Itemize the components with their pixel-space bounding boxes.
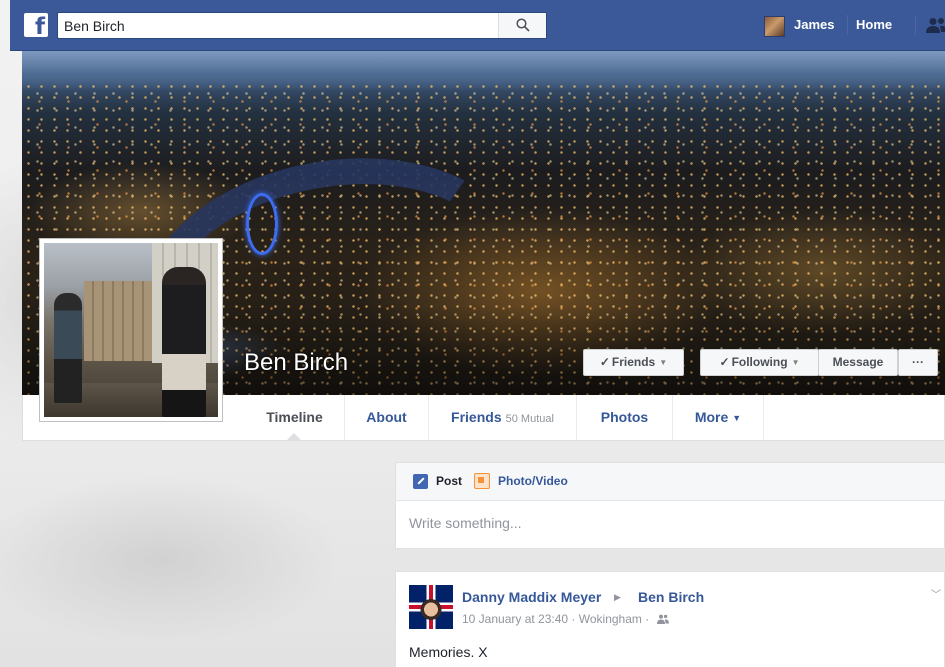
nav-user-name[interactable]: James: [794, 17, 834, 32]
profile-picture[interactable]: [39, 238, 223, 422]
post-timestamp[interactable]: 10 January at 23:40 · Wokingham ·: [462, 612, 649, 626]
post-composer: Post Photo/Video Write something...: [395, 462, 945, 549]
tab-about-label: About: [366, 409, 407, 425]
following-button-label: Following: [731, 355, 788, 369]
arrow-right-icon: ▶: [614, 592, 621, 602]
tab-photos-label: Photos: [600, 409, 649, 425]
top-nav-bar: f James Home: [10, 0, 945, 51]
tab-timeline-label: Timeline: [266, 409, 323, 425]
facebook-logo-icon[interactable]: f: [24, 13, 48, 39]
following-button[interactable]: ✓ Following ▼: [700, 349, 819, 376]
message-button-label: Message: [832, 355, 884, 369]
profile-name[interactable]: Ben Birch: [244, 349, 348, 377]
tab-timeline[interactable]: Timeline: [245, 395, 345, 440]
caret-down-icon: ▼: [732, 413, 742, 423]
check-icon: ✓: [719, 355, 730, 369]
photo-icon[interactable]: [474, 473, 490, 489]
composer-input[interactable]: Write something...: [409, 515, 522, 531]
user-avatar[interactable]: [764, 16, 785, 37]
tab-about[interactable]: About: [345, 395, 429, 440]
composer-tabs: Post Photo/Video: [396, 463, 945, 501]
nav-home-link[interactable]: Home: [856, 17, 892, 32]
post-author-link[interactable]: Danny Maddix Meyer: [462, 589, 601, 605]
audience-friends-icon[interactable]: [656, 614, 669, 624]
ferris-wheel: [246, 193, 278, 255]
search-icon: [516, 18, 530, 32]
avatar-face: [419, 599, 443, 629]
tab-friends-label: Friends: [451, 409, 502, 425]
chevron-down-icon[interactable]: ﹀: [931, 586, 941, 601]
check-icon: ✓: [599, 355, 610, 369]
tab-friends[interactable]: Friends 50 Mutual: [429, 395, 577, 440]
photo-person: [54, 293, 82, 403]
mutual-friends-count: 50 Mutual: [505, 413, 554, 425]
post-target-link[interactable]: Ben Birch: [638, 589, 704, 605]
search-button[interactable]: [498, 13, 546, 38]
tab-more-label: More: [694, 409, 729, 425]
friend-requests-icon[interactable]: [926, 17, 945, 33]
message-button[interactable]: Message: [818, 349, 898, 376]
composer-photo-tab[interactable]: Photo/Video: [498, 474, 568, 488]
more-options-label: ···: [912, 355, 924, 369]
post-meta: 10 January at 23:40 · Wokingham ·: [462, 612, 669, 626]
profile-photo: [44, 243, 218, 417]
composer-post-tab[interactable]: Post: [436, 474, 462, 488]
photo-building: [84, 281, 154, 361]
friends-button-label: Friends: [611, 355, 656, 369]
post-text: Memories. X: [409, 644, 488, 660]
feed-post: Danny Maddix Meyer ▶ Ben Birch 10 Januar…: [395, 571, 945, 667]
nav-divider: [915, 15, 916, 35]
nav-divider: [847, 15, 848, 35]
tab-more[interactable]: More ▼: [673, 395, 764, 440]
post-author-avatar[interactable]: [409, 585, 453, 629]
search-box: [57, 12, 547, 39]
edit-icon[interactable]: [413, 474, 428, 489]
caret-down-icon: ▼: [791, 358, 800, 367]
friends-button[interactable]: ✓ Friends ▼: [583, 349, 684, 376]
caret-down-icon: ▼: [659, 358, 668, 367]
photo-person: [162, 267, 206, 417]
more-options-button[interactable]: ···: [898, 349, 938, 376]
search-input[interactable]: [58, 13, 498, 38]
tab-photos[interactable]: Photos: [577, 395, 673, 440]
